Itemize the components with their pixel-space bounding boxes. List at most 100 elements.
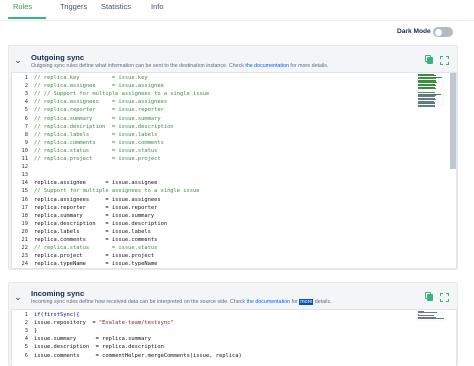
code-line[interactable]: 4 // replica.assignees = issue.assignees: [12, 98, 442, 106]
code-line[interactable]: 21 replica.comments = issue.comments: [12, 236, 442, 244]
code-text: replica.project = issue.project: [34, 253, 155, 260]
code-text: // replica.reporter = issue.reporter: [34, 107, 164, 114]
chevron-down-icon[interactable]: ⌄: [14, 293, 22, 302]
code-line[interactable]: 7 // replica.description = issue.descript…: [12, 123, 442, 131]
line-number: 8: [24, 131, 28, 138]
code-text: // replica.key = issue.key: [34, 75, 148, 81]
code-line[interactable]: 4 issue.summary = replica.summary: [12, 335, 442, 343]
code-line[interactable]: 23 replica.project = issue.project: [12, 252, 442, 260]
tab-rules[interactable]: Rules: [13, 2, 32, 11]
copy-icon[interactable]: [424, 292, 434, 302]
code-line[interactable]: 18 replica.summary = issue.summary: [12, 212, 442, 220]
line-number: 11: [21, 156, 29, 162]
expand-icon[interactable]: [440, 293, 450, 303]
line-number: 15: [21, 188, 29, 195]
tab-bar: Rules Triggers Statistics Info: [0, 0, 474, 20]
line-number: 14: [21, 180, 29, 187]
line-number: 5: [24, 107, 28, 114]
incoming-code-editor[interactable]: 1 if(firstSync){2 issue.repository = "Exal…: [11, 309, 457, 366]
code-line[interactable]: 24 replica.typeName = issue.typeName: [12, 260, 442, 268]
code-text: // replica.status = issue.status: [34, 147, 158, 154]
code-text: // replica.comments = issue.comments: [34, 139, 164, 146]
code-text: replica.summary = issue.summary: [34, 212, 155, 219]
outgoing-code-editor[interactable]: 1 // replica.key = issue.key 2 // replica.a…: [11, 72, 457, 269]
incoming-sync-panel: ⌄ Incoming sync Incoming sync rules defi…: [8, 282, 458, 366]
code-line[interactable]: 5 issue.description = replica.description: [12, 343, 442, 351]
code-text: replica.assignees = issue.assignees: [34, 196, 161, 203]
code-line[interactable]: 19 replica.description = issue.descriptio…: [12, 220, 442, 228]
code-line[interactable]: 3}: [12, 327, 442, 335]
line-number: 13: [21, 172, 29, 179]
line-number: 1: [24, 75, 28, 81]
line-number: 1: [24, 312, 28, 318]
code-line[interactable]: 6 // replica.summary = issue.summary: [12, 115, 442, 123]
chevron-down-icon[interactable]: ⌄: [14, 56, 22, 65]
code-text: issue.comments = commentHelper.mergeComm…: [34, 352, 242, 359]
tab-statistics[interactable]: Statistics: [101, 2, 131, 11]
line-number: 18: [21, 212, 29, 219]
code-text: replica.reporter = issue.reporter: [34, 204, 158, 211]
toggle-knob: [435, 28, 442, 36]
code-text: replica.labels = issue.labels: [34, 228, 151, 235]
outgoing-sync-title: Outgoing sync: [31, 53, 85, 62]
code-text: // replica.summary = issue.summary: [34, 115, 161, 122]
code-line[interactable]: 9 // replica.comments = issue.comments: [12, 139, 442, 147]
code-line[interactable]: 5 // replica.reporter = issue.reporter: [12, 106, 442, 114]
documentation-link[interactable]: the documentation: [247, 299, 291, 305]
code-line[interactable]: 6 issue.comments = commentHelper.mergeCom…: [12, 352, 442, 360]
expand-icon[interactable]: [440, 56, 450, 66]
code-line[interactable]: 8 // replica.labels = issue.labels: [12, 131, 442, 139]
code-line[interactable]: 10 // replica.status = issue.status: [12, 147, 442, 155]
line-number: 24: [21, 261, 29, 268]
code-text: // replica.labels = issue.labels: [34, 131, 158, 138]
line-number: 19: [21, 220, 29, 227]
dark-mode-toggle[interactable]: [433, 27, 453, 37]
line-number: 9: [24, 139, 28, 146]
code-text: replica.assignee = issue.assignee: [34, 180, 158, 187]
active-tab-indicator: [8, 17, 46, 19]
code-line[interactable]: 1 if(firstSync){: [12, 311, 442, 319]
line-number: 6: [24, 115, 28, 122]
code-line[interactable]: 2 issue.repository = "Exalate-team/testsy…: [12, 319, 442, 327]
line-number: 22: [21, 245, 29, 252]
outgoing-sync-panel: ⌄ Outgoing sync Outgoing sync rules defi…: [8, 45, 458, 270]
line-number: 10: [21, 147, 29, 154]
incoming-sync-description: Incoming sync rules define how received …: [31, 299, 332, 305]
code-text: replica.typeName = issue.typeName: [34, 261, 158, 268]
code-line[interactable]: 14 replica.assignee = issue.assignee: [12, 179, 442, 187]
code-line[interactable]: 15 // Support for multiple assignees to a…: [12, 187, 442, 195]
line-number: 5: [24, 344, 28, 351]
code-line[interactable]: 12: [12, 163, 442, 171]
line-number: 4: [24, 336, 28, 343]
line-number: 21: [21, 237, 29, 243]
line-number: 6: [24, 352, 28, 359]
code-line[interactable]: 2 // replica.assignee = issue.assignee: [12, 82, 442, 90]
code-line[interactable]: 16 replica.assignees = issue.assignees: [12, 196, 442, 204]
documentation-link[interactable]: the documentation: [245, 63, 289, 69]
code-line[interactable]: 22 // replica.status = issue.status: [12, 244, 442, 252]
code-text: issue.summary = replica.summary: [34, 336, 151, 343]
code-text: replica.description = issue.description: [34, 220, 168, 227]
code-line[interactable]: 13: [12, 171, 442, 179]
tab-info[interactable]: Info: [151, 2, 164, 11]
code-text: issue.repository = "Exalate-team/testsyn…: [34, 320, 174, 327]
code-line[interactable]: 20 replica.labels = issue.labels: [12, 228, 442, 236]
editor-scrollbar[interactable]: [450, 73, 456, 169]
code-line[interactable]: 3 // // Support for multiple assignees to…: [12, 90, 442, 98]
line-number: 12: [21, 164, 29, 171]
code-text: // replica.status = issue.status: [34, 245, 158, 252]
line-number: 17: [21, 204, 29, 211]
outgoing-sync-description: Outgoing sync rules define what informat…: [31, 63, 329, 69]
selected-text: more: [299, 299, 314, 305]
line-number: 23: [21, 253, 29, 260]
line-number: 3: [24, 328, 28, 335]
code-line[interactable]: 1 // replica.key = issue.key: [12, 74, 442, 82]
dark-mode-label: Dark Mode: [397, 28, 431, 35]
code-text: // replica.assignee = issue.assignee: [34, 83, 164, 90]
code-text: // replica.assignees = issue.assignees: [34, 99, 168, 106]
copy-icon[interactable]: [424, 55, 434, 65]
code-text: // replica.description = issue.descripti…: [34, 123, 174, 130]
code-line[interactable]: 17 replica.reporter = issue.reporter: [12, 204, 442, 212]
code-line[interactable]: 11 // replica.project = issue.project: [12, 155, 442, 163]
tab-triggers[interactable]: Triggers: [60, 2, 87, 11]
